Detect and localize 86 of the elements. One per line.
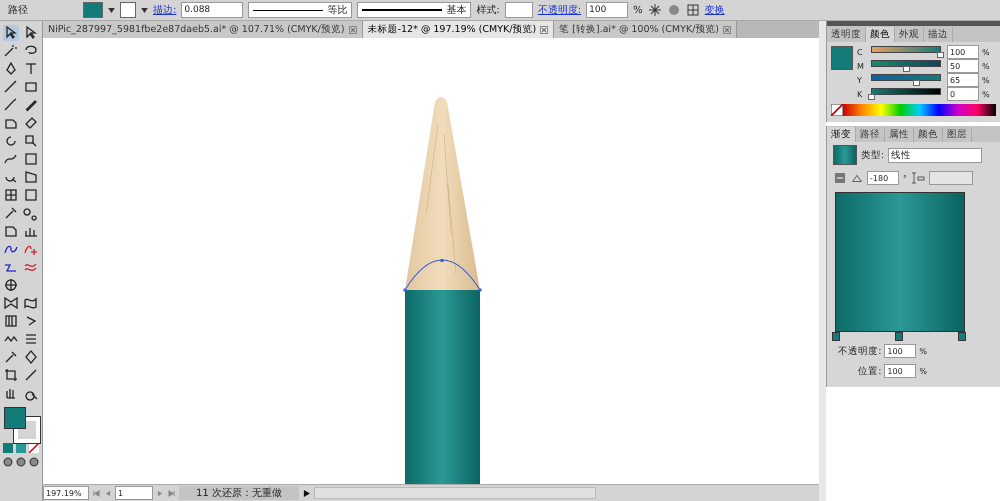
gradient-mode-icon[interactable] [16,443,26,453]
panel-tab[interactable]: 路径 [856,127,885,142]
zoom-field[interactable]: 197.19% [43,486,89,500]
channel-label: C [857,48,864,56]
style-dropdown[interactable] [504,2,533,18]
gradient-stop[interactable] [832,332,840,341]
percent-label: % [633,4,643,16]
status-message: 11 次还原：无重做 [179,486,299,500]
grid-icon[interactable] [3,313,19,329]
magic-wand-icon[interactable] [3,43,19,59]
mesh-icon[interactable] [3,187,19,203]
panel-tab[interactable]: 属性 [885,127,914,142]
opacity-field[interactable]: 100 [586,2,628,18]
type-dropdown[interactable]: 线性 [888,148,982,162]
flag-icon[interactable] [23,295,39,311]
channel-slider[interactable] [868,46,944,58]
line-icon[interactable] [3,79,19,95]
gradient-stop[interactable] [958,332,966,341]
channel-value-field[interactable]: 0 [947,87,979,101]
stop-position-field[interactable]: 100 [884,364,916,378]
play-icon[interactable] [303,490,310,496]
document-tab[interactable]: 未标题-12* @ 197.19% (CMYK/预览) [362,21,554,38]
profile-dropdown[interactable]: 等比 [248,2,352,18]
fill-color-swatch[interactable] [4,407,26,429]
stroke-weight-field[interactable]: 0.088 [181,2,244,18]
stop-opacity-field[interactable]: 100 [884,344,916,358]
type-icon[interactable] [23,61,39,77]
panel-tab[interactable]: 渐变 [827,127,856,142]
brush-dropdown[interactable]: 基本 [357,2,472,18]
grid-icon[interactable] [686,3,700,17]
percent-label: % [982,62,990,70]
stroke-link[interactable]: 描边: [153,3,176,17]
channel-slider[interactable] [868,60,944,72]
gradient-swatch[interactable] [833,145,857,165]
percent-label: % [919,346,927,356]
panel-tab[interactable]: 描边 [924,27,953,42]
object-type-label: 路径 [8,4,29,17]
type-label: 类型: [861,148,884,162]
document-tab[interactable]: 笔 [转换].ai* @ 100% (CMYK/预览) [554,21,738,38]
channel-label: M [857,62,865,70]
color-mode-icon[interactable] [3,443,13,453]
gradient-stop[interactable] [895,332,903,341]
aspect-ratio-icon [911,171,925,185]
panel-tab[interactable]: 颜色 [866,27,895,42]
channel-slider[interactable] [868,88,944,100]
selection-arrow-icon[interactable] [3,25,19,41]
none-mode-icon[interactable] [29,443,39,453]
color-swatch[interactable] [831,46,853,70]
crop-icon[interactable] [3,367,19,383]
reverse-gradient-icon[interactable] [833,171,847,185]
channel-label: Y [857,76,863,84]
panel-tab[interactable]: 颜色 [914,127,943,142]
close-icon[interactable] [348,26,357,34]
degree-label: ° [903,174,907,182]
transform-link[interactable]: 变换 [704,3,725,17]
percent-label: % [982,48,990,56]
crosshair-icon[interactable] [3,277,19,293]
percent-label: % [982,90,990,98]
percent-label: % [982,76,990,84]
angle-icon [851,172,863,184]
angle-field[interactable]: -180 [867,171,899,185]
page-field[interactable]: 1 [115,486,153,500]
fill-swatch[interactable] [83,2,103,18]
channel-value-field[interactable]: 65 [947,73,979,87]
color-spectrum[interactable] [843,104,996,116]
document-tab[interactable]: NiPic_287997_5981fbe2e87daeb5.ai* @ 107.71% (CMYK/预览) [43,21,363,38]
position-label: 位置: [858,364,882,378]
horizontal-scrollbar[interactable] [314,487,596,499]
channel-slider[interactable] [868,74,944,86]
close-icon[interactable] [540,26,548,34]
stroke-swatch[interactable] [120,2,136,18]
percent-label: % [919,366,927,376]
channel-label: K [857,90,864,98]
sparkle-icon[interactable] [648,3,662,17]
opacity-link[interactable]: 不透明度: [538,3,582,17]
vertical-scrollbar[interactable] [819,21,826,501]
close-icon[interactable] [723,26,732,34]
channel-value-field[interactable]: 50 [947,59,979,73]
none-color-icon[interactable] [831,104,843,116]
panel-tab[interactable]: 外观 [895,27,924,42]
dropdown-arrow-icon[interactable] [141,8,148,12]
opacity-label: 不透明度: [838,344,882,358]
panel-tab[interactable]: 图层 [943,127,972,142]
dropdown-arrow-icon[interactable] [108,8,115,12]
channel-value-field[interactable]: 100 [947,45,979,59]
style-label: 样式: [476,4,500,17]
